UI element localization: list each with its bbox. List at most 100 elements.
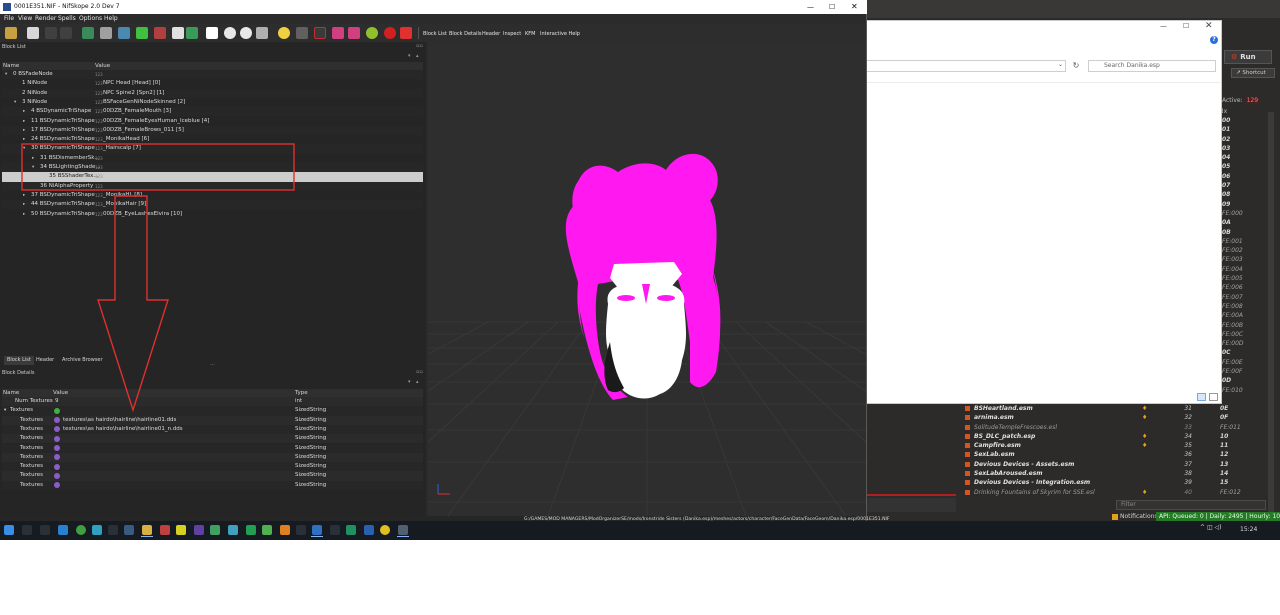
block-list-row[interactable]: ▸ 4 BSDynamicTriShape 123 00DZB_FemaleMouth…	[2, 107, 423, 117]
app-icon-7[interactable]	[296, 525, 306, 535]
collapsed-arrow-icon[interactable]: ▸	[32, 154, 34, 163]
normals-icon[interactable]	[314, 27, 326, 39]
block-list-row[interactable]: ▾ 30 BSDynamicTriShape 123 _Hairscalp [7]	[2, 144, 423, 154]
field-value[interactable]: textures\as hairdo\hairline\hairline01.d…	[63, 416, 176, 425]
show-constraints-icon[interactable]	[186, 27, 198, 39]
dialog-maximize-button[interactable]: ☐	[1183, 22, 1189, 30]
plugin-checkbox[interactable]	[965, 424, 970, 430]
toolbar-kfm[interactable]: KFM	[525, 31, 535, 37]
select-vertex-icon[interactable]	[100, 27, 112, 39]
address-bar[interactable]	[866, 60, 1066, 72]
toolbar-interactive-help[interactable]: Interactive Help	[540, 31, 580, 37]
dock-collapse-icon[interactable]: ▾	[408, 379, 411, 385]
collapsed-arrow-icon[interactable]: ▸	[23, 210, 25, 219]
column-type[interactable]: Type	[295, 389, 308, 397]
block-list-row[interactable]: ▾ 0 BSFadeNode 123	[2, 70, 423, 80]
run-button[interactable]: ⚙ Run	[1224, 50, 1272, 64]
column-value[interactable]: Value	[95, 62, 110, 70]
settings-icon[interactable]	[124, 525, 134, 535]
xbox-icon[interactable]	[76, 525, 86, 535]
toolbar-block-details[interactable]: Block Details	[449, 31, 481, 37]
block-list-row[interactable]: ▸ 50 BSDynamicTriShape 123 00DZB_EyeLashesE…	[2, 210, 423, 219]
plugin-checkbox[interactable]	[965, 433, 970, 439]
block-list-row[interactable]: ▸ 37 BSDynamicTriShape 123 _MonikaHL [8]	[2, 191, 423, 200]
collapsed-arrow-icon[interactable]: ▸	[23, 126, 25, 135]
toolbar-block-list[interactable]: Block List	[423, 31, 447, 37]
notifications-button[interactable]: Notifications	[1112, 513, 1158, 520]
plugin-checkbox[interactable]	[965, 452, 970, 458]
details-row[interactable]: Textures SizedString	[2, 480, 423, 490]
nifskope-taskbar-icon[interactable]	[397, 525, 409, 537]
nifskope-title-bar[interactable]: 0001E351.NIF - NifSkope 2.0 Dev 7	[0, 0, 867, 14]
chevron-up-icon[interactable]: ^	[1200, 524, 1207, 531]
block-list-row[interactable]: ▸ 31 BSDismemberSk... 123	[2, 154, 423, 163]
expanded-arrow-icon[interactable]: ▾	[4, 406, 6, 415]
expanded-arrow-icon[interactable]: ▾	[14, 98, 16, 107]
expanded-arrow-icon[interactable]: ▾	[32, 163, 34, 172]
excel-icon[interactable]	[246, 525, 256, 535]
show-markers-icon[interactable]	[206, 27, 218, 39]
store-icon[interactable]	[92, 525, 102, 535]
plugin-checkbox[interactable]	[965, 489, 970, 495]
search-input[interactable]: Search Danika.esp	[1088, 60, 1216, 72]
menu-file[interactable]: File	[4, 15, 14, 22]
dock-collapse-icon[interactable]: ▾	[408, 53, 411, 59]
app-icon-2[interactable]	[176, 525, 186, 535]
plugin-checkbox[interactable]	[965, 471, 970, 477]
menu-render[interactable]: Render	[35, 15, 56, 22]
collapsed-arrow-icon[interactable]: ▸	[23, 117, 25, 126]
tab-block-list[interactable]: Block List	[4, 356, 34, 365]
plugin-row[interactable]: BSHeartland.esm ♦ 31 0E	[960, 404, 1268, 413]
block-list-row[interactable]: 2 NiNode 123 NPC Spine2 [Spn2] [1]	[2, 88, 423, 98]
vertex-colors-icon[interactable]	[332, 27, 344, 39]
lod-icon[interactable]	[400, 27, 412, 39]
system-tray[interactable]: ^ ◫ ◁)	[1200, 524, 1221, 531]
dock-float-icon[interactable]: ▫▫	[416, 369, 423, 375]
show-hidden-icon[interactable]	[224, 27, 236, 39]
screenshot-icon[interactable]	[256, 27, 268, 39]
details-row[interactable]: Textures SizedString	[2, 462, 423, 472]
plugin-checkbox[interactable]	[965, 461, 970, 467]
menu-help[interactable]: Help	[104, 15, 118, 22]
plugin-filter-input[interactable]: Filter	[1116, 500, 1266, 510]
app-icon-4[interactable]	[210, 525, 220, 535]
plugin-checkbox[interactable]	[965, 480, 970, 486]
collapsed-arrow-icon[interactable]: ▸	[23, 200, 25, 209]
collapsed-arrow-icon[interactable]: ▸	[23, 191, 25, 200]
dialog-minimize-button[interactable]: —	[1160, 22, 1167, 30]
tab-header[interactable]: Header	[33, 356, 57, 365]
app-icon-10[interactable]	[346, 525, 356, 535]
collapsed-arrow-icon[interactable]: ▸	[23, 107, 25, 116]
field-value[interactable]: textures\as hairdo\hairline\hairline01_n…	[63, 425, 183, 434]
redo-icon[interactable]	[60, 27, 72, 39]
block-list-row[interactable]: ▾ 34 BSLightingShade... 123	[2, 163, 423, 173]
show-grid-icon[interactable]	[136, 27, 148, 39]
maximize-button[interactable]: ☐	[829, 0, 835, 14]
plugin-row[interactable]: arnima.esm ♦ 32 0F	[960, 413, 1268, 422]
app-icon-8[interactable]	[311, 525, 323, 537]
help-icon[interactable]: ?	[1210, 36, 1218, 44]
close-button[interactable]: ✕	[851, 0, 858, 14]
details-row[interactable]: Num Textures 9 int	[2, 397, 423, 407]
show-axes-icon[interactable]	[118, 27, 130, 39]
details-row[interactable]: Textures textures\as hairdo\hairline\hair…	[2, 415, 423, 425]
word-icon[interactable]	[364, 525, 374, 535]
toolbar-header[interactable]: Header	[482, 31, 500, 37]
plugin-checkbox[interactable]	[965, 406, 970, 411]
plugin-row[interactable]: BS_DLC_patch.esp ♦ 34 10	[960, 432, 1268, 441]
dock-float-icon[interactable]: ▫▫	[416, 43, 423, 49]
details-row[interactable]: Textures SizedString	[2, 452, 423, 463]
shortcut-button[interactable]: ↗ Shortcut	[1231, 68, 1275, 78]
app-icon-6[interactable]	[262, 525, 272, 535]
plugin-checkbox[interactable]	[965, 415, 970, 421]
column-name[interactable]: Name	[3, 62, 19, 70]
open-icon[interactable]	[5, 27, 17, 39]
app-icon-5[interactable]	[228, 525, 238, 535]
block-list-row[interactable]: ▾ 3 NiNode 123 BSFaceGenNiNodeSkinned [2]	[2, 98, 423, 107]
plugin-row[interactable]: SolitudeTempleFrescoes.esl 33 FE:011	[960, 423, 1268, 432]
column-name[interactable]: Name	[3, 389, 19, 397]
expanded-arrow-icon[interactable]: ▾	[23, 144, 25, 153]
menu-view[interactable]: View	[18, 15, 32, 22]
select-object-icon[interactable]	[82, 27, 94, 39]
save-icon[interactable]	[27, 27, 39, 39]
